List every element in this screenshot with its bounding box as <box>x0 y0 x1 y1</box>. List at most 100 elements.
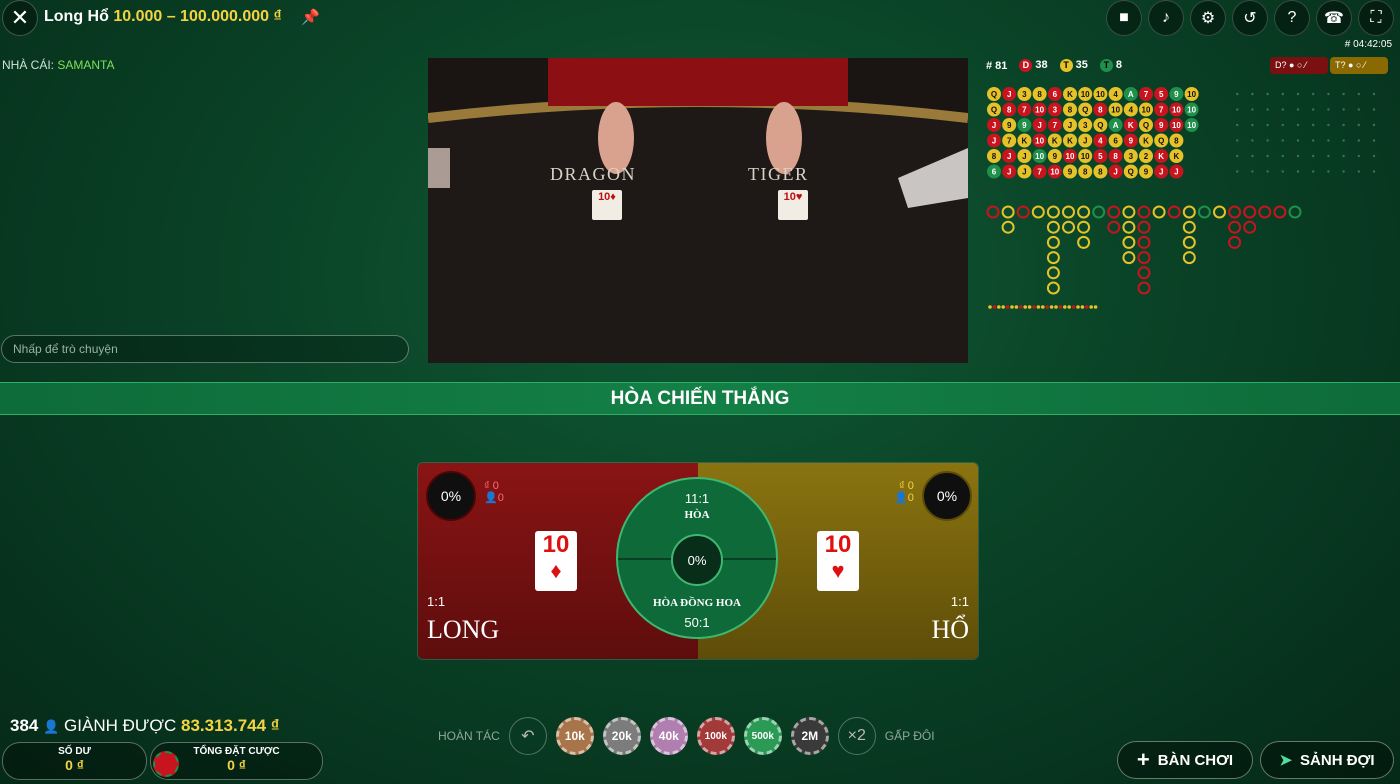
bead-cell-label: 6 <box>1053 90 1058 99</box>
small-road-dot <box>1054 305 1058 309</box>
play-table-button[interactable]: + BÀN CHƠI <box>1117 741 1253 779</box>
bead-cell-label: 3 <box>1053 106 1058 115</box>
bead-cell-label: 9 <box>1068 168 1073 177</box>
tie-dot: T <box>1099 59 1113 72</box>
lobby-icon: ➤ <box>1279 752 1293 769</box>
lobby-button[interactable]: ➤ SẢNH ĐỢI <box>1260 741 1394 779</box>
volume-icon[interactable]: ♪ <box>1148 0 1184 36</box>
bead-cell-label: 7 <box>1007 137 1012 146</box>
lobby-label: SẢNH ĐỢI <box>1300 751 1375 769</box>
big-road-ring <box>1137 281 1151 295</box>
tie-bet-area[interactable]: 11:1 HÒA 0% HÒA ĐỒNG HOA 50:1 <box>616 477 778 639</box>
chip-2m[interactable]: 2M <box>790 717 829 755</box>
tiger-label: TIGER <box>748 164 809 184</box>
bead-cell-label: 7 <box>1144 90 1149 99</box>
pin-icon[interactable]: 📌 <box>301 8 320 26</box>
bead-cell-label: 10 <box>1035 137 1044 146</box>
grid-dot <box>1236 170 1239 173</box>
chat-input[interactable]: Nhấp để trò chuyện <box>1 335 409 363</box>
chip-10k[interactable]: 10k <box>555 717 594 755</box>
grid-dot <box>1312 123 1315 127</box>
bead-cell-label: 3 <box>1022 90 1027 99</box>
bead-cell-label: 5 <box>1098 152 1103 161</box>
bead-cell-label: J <box>992 121 996 130</box>
bead-cell-label: 9 <box>1129 137 1134 146</box>
bead-cell-label: J <box>1007 152 1011 161</box>
bead-cell-label: Q <box>1128 168 1134 177</box>
undo-button[interactable]: ↶ <box>508 717 547 755</box>
tiger-predict-button[interactable]: T? ● ○ ⁄ <box>1330 57 1388 74</box>
undo-icon: ↶ <box>521 728 535 745</box>
ho-money: ₫ 0 <box>899 480 914 492</box>
bead-cell-label: K <box>1174 152 1180 161</box>
big-road-ring <box>1197 205 1211 219</box>
won-amount: 83.313.744 ₫ <box>180 716 280 735</box>
big-road-ring <box>1046 266 1060 280</box>
grid-dot <box>1342 139 1345 142</box>
grid-dot <box>1312 92 1315 96</box>
big-road-ring <box>1031 205 1045 219</box>
close-button[interactable]: ✕ <box>2 0 38 36</box>
big-road-ring <box>1137 205 1151 219</box>
big-road-ring <box>1016 205 1030 219</box>
grid-dot <box>1357 123 1360 127</box>
double-button[interactable]: ×2 <box>837 717 876 755</box>
big-road-ring <box>1182 205 1196 219</box>
balance-value: 0 ₫ <box>65 757 84 773</box>
dealer-info: NHÀ CÁI: SAMANTA <box>2 58 114 72</box>
small-road-dot <box>997 305 1001 309</box>
grid-dot <box>1236 154 1239 158</box>
chip-40k[interactable]: 40k <box>649 717 688 755</box>
bead-cell-label: 10 <box>1066 152 1075 161</box>
dragon-predict-button[interactable]: D? ● ○ ⁄ <box>1270 57 1328 74</box>
big-road-ring <box>1243 220 1257 234</box>
big-road-ring <box>1137 251 1151 265</box>
fullscreen-icon[interactable]: ⛶ <box>1358 0 1394 36</box>
bead-cell-label: J <box>1068 121 1072 130</box>
big-road-ring <box>1077 220 1091 234</box>
small-road-dot <box>1080 305 1085 309</box>
big-road-ring <box>1273 205 1287 219</box>
small-road-dot <box>1071 305 1076 309</box>
bead-cell-label: 10 <box>1187 121 1196 130</box>
big-road-ring <box>1062 220 1075 234</box>
big-road-ring <box>1092 205 1106 219</box>
big-road-ring <box>1167 205 1181 219</box>
big-road-ring <box>1228 205 1242 219</box>
big-road-ring <box>1046 251 1060 265</box>
plus-icon: + <box>1136 747 1150 772</box>
bead-cell-label: J <box>1022 168 1026 177</box>
suited-tie-name: HÒA ĐỒNG HOA <box>652 597 741 609</box>
grid-dot <box>1281 123 1284 127</box>
long-card-suit: ♦ <box>550 558 562 583</box>
bead-cell-label: K <box>1158 152 1164 161</box>
tiger-count: 35 <box>1075 59 1088 71</box>
bead-cell-label: J <box>1174 168 1178 177</box>
help-icon[interactable]: ? <box>1274 0 1310 36</box>
bead-cell-label: K <box>1128 121 1134 130</box>
grid-dot <box>1327 170 1330 173</box>
grid-dot <box>1357 154 1360 158</box>
history-icon[interactable]: ↺ <box>1232 0 1268 36</box>
road-map: Q J 3 8 6 K 10 10 4 A 7 5 9 10Q 8 7 10 3 8 Q 8 10 4 10 7 10 10J 9 9 J… <box>986 87 1376 309</box>
bead-cell-label: 3 <box>1083 121 1088 130</box>
video-icon[interactable]: ■ <box>1106 0 1142 36</box>
bead-cell-label: K <box>1143 137 1149 146</box>
bead-cell-label: 7 <box>1022 106 1027 115</box>
small-road-dot <box>992 305 997 309</box>
bead-cell-label: 10 <box>1050 168 1059 177</box>
grid-dot <box>1342 170 1345 173</box>
bead-cell-label: 9 <box>1159 121 1164 130</box>
bead-cell-label: J <box>1037 121 1041 130</box>
tiger-predict-label: T? <box>1335 60 1346 70</box>
dragon-card: 10♦ <box>592 190 622 220</box>
grid-dot <box>1251 108 1254 111</box>
bead-cell-label: J <box>1022 152 1026 161</box>
settings-icon[interactable]: ⚙ <box>1190 0 1226 36</box>
chip-500k[interactable]: 500k <box>743 717 782 755</box>
chip-20k[interactable]: 20k <box>602 717 641 755</box>
big-road-ring <box>1137 220 1151 234</box>
support-icon[interactable]: ☎ <box>1316 0 1352 36</box>
grid-dot <box>1296 92 1300 96</box>
chip-100k[interactable]: 100k <box>696 717 735 755</box>
